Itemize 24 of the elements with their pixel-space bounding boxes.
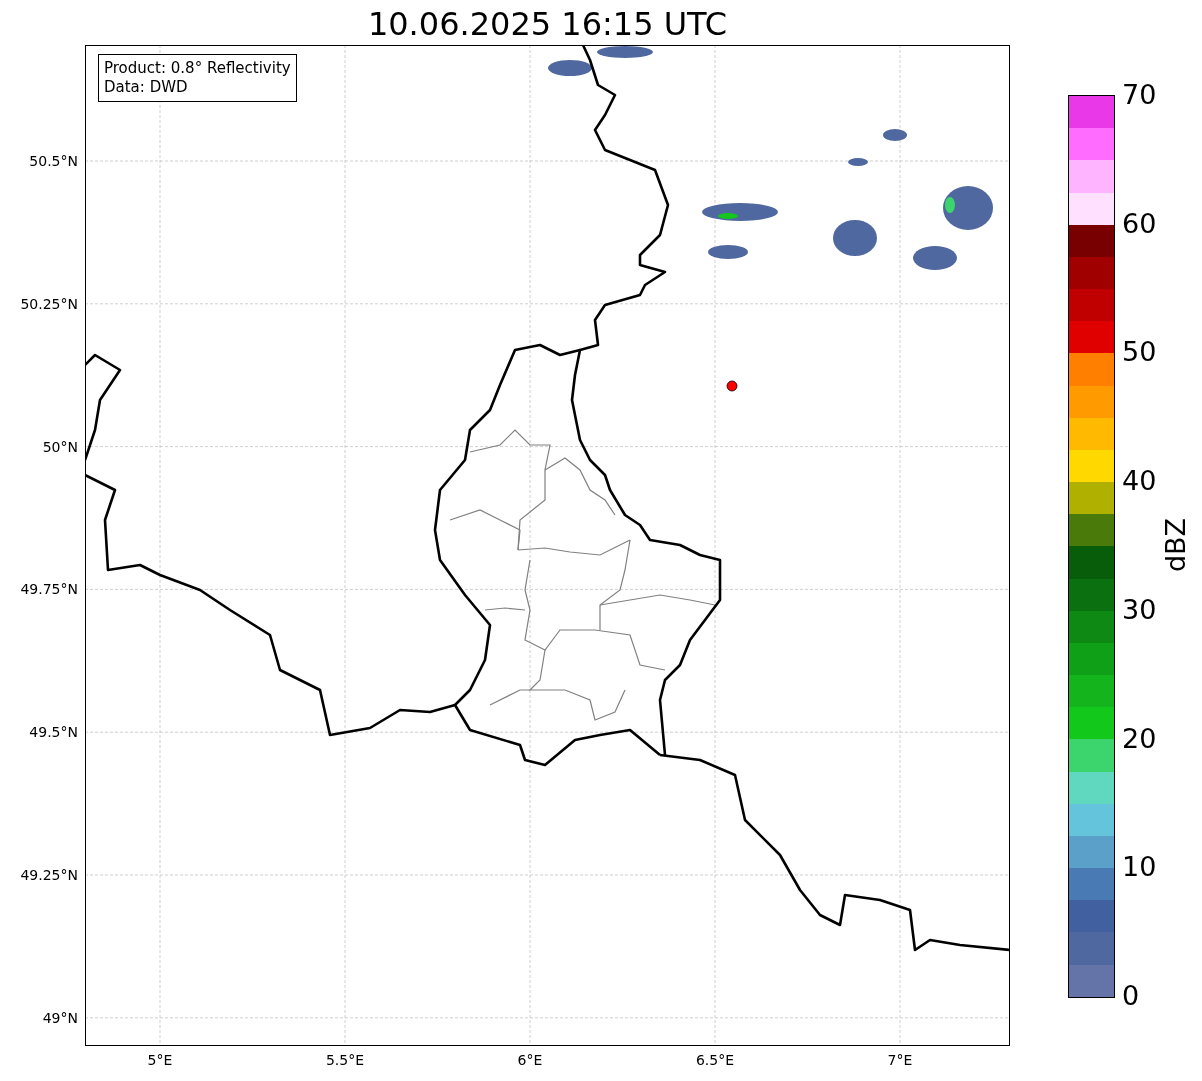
colorbar-tick-label: 40 (1122, 466, 1157, 497)
axis-tick-label: 49°N (42, 1009, 78, 1026)
axis-tick-label: 5.5°E (325, 1052, 365, 1068)
colorbar-tick-label: 60 (1122, 208, 1157, 239)
info-text: Product: 0.8° Reflectivity (104, 59, 291, 78)
colorbar-tick-label: 50 (1122, 337, 1157, 368)
colorbar-tick-label: 0 (1122, 981, 1140, 1011)
axis-tick-label: 6.5°E (695, 1052, 735, 1068)
axis-tick-label: 50.5°N (29, 153, 78, 169)
axis-tick-label: 50°N (42, 438, 78, 455)
axis-tick-label: 5°E (147, 1052, 173, 1068)
axis-tick-label: 49.5°N (29, 724, 78, 741)
colorbar-tick-label: 30 (1122, 594, 1157, 625)
plot-title: 10.06.2025 16:15 UTC (366, 4, 729, 44)
axis-tick-label: 50.25°N (20, 295, 78, 312)
axis-tick-label: 49.25°N (20, 867, 78, 883)
colorbar-tick-label: 20 (1122, 723, 1157, 754)
info-text: Data: DWD (104, 78, 189, 97)
colorbar-tick-label: 70 (1122, 80, 1157, 110)
axis-tick-label: 49.75°N (20, 581, 78, 598)
colorbar-tick-label: 10 (1122, 852, 1157, 883)
axis-tick-label: 7°E (887, 1052, 913, 1068)
axis-tick-label: 6°E (517, 1052, 543, 1068)
colorbar-label: dBZ (1159, 517, 1191, 573)
